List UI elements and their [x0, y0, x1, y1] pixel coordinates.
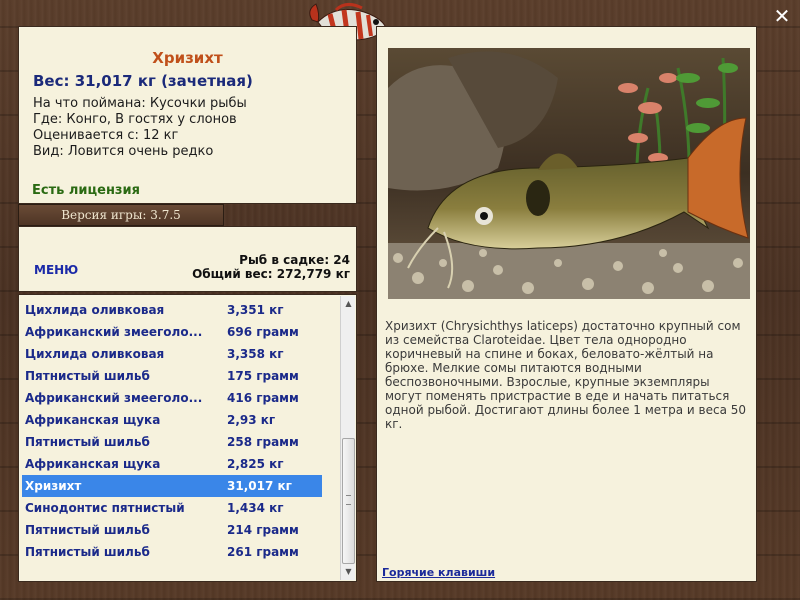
- catch-item-weight: 3,358 кг: [227, 347, 284, 361]
- catch-list-item[interactable]: Пятнистый шильб 175 грамм: [22, 365, 322, 387]
- license-status: Есть лицензия: [32, 183, 140, 198]
- catch-list-item[interactable]: Цихлида оливковая 3,351 кг: [22, 299, 322, 321]
- catch-item-name: Цихлида оливковая: [25, 303, 165, 317]
- fish-detail-panel: Хризихт (Chrysichthys laticeps) достаточ…: [376, 26, 757, 582]
- catch-item-weight: 261 грамм: [227, 545, 299, 559]
- catch-list-item[interactable]: Африканский змееголо... 416 грамм: [22, 387, 322, 409]
- fish-info-panel: Хризихт Вес: 31,017 кг (зачетная) На что…: [18, 26, 357, 204]
- catch-list-item[interactable]: Синодонтис пятнистый 1,434 кг: [22, 497, 322, 519]
- catch-item-name: Пятнистый шильб: [25, 545, 150, 559]
- fish-photo-image: [388, 48, 750, 299]
- fish-weight: Вес: 31,017 кг (зачетная): [33, 72, 253, 90]
- catch-item-weight: 3,351 кг: [227, 303, 284, 317]
- catch-item-weight: 2,825 кг: [227, 457, 284, 471]
- catch-item-name: Пятнистый шильб: [25, 369, 150, 383]
- version-label: Версия игры: 3.7.5: [18, 204, 224, 226]
- catch-list-item[interactable]: Африканская щука 2,825 кг: [22, 453, 322, 475]
- catch-list-item[interactable]: Хризихт 31,017 кг: [22, 475, 322, 497]
- catch-list: Цихлида оливковая 3,351 кг Африканский зме…: [18, 294, 357, 582]
- close-button[interactable]: ✕: [772, 6, 792, 26]
- catch-item-name: Африканская щука: [25, 413, 161, 427]
- fish-title: Хризихт: [152, 49, 223, 67]
- catch-item-name: Африканская щука: [25, 457, 161, 471]
- scrollbar-thumb[interactable]: [342, 438, 355, 564]
- catch-list-item[interactable]: Африканский змееголо... 696 грамм: [22, 321, 322, 343]
- catch-item-weight: 175 грамм: [227, 369, 299, 383]
- catch-item-weight: 1,434 кг: [227, 501, 284, 515]
- scroll-down-icon[interactable]: ▼: [342, 565, 355, 579]
- catch-item-name: Пятнистый шильб: [25, 435, 150, 449]
- stats-panel: МЕНЮ Рыб в садке: 24 Общий вес: 272,779 …: [18, 226, 357, 292]
- list-scrollbar[interactable]: ▲ ▼: [340, 296, 355, 580]
- rarity-text: Вид: Ловится очень редко: [33, 144, 214, 159]
- catch-item-weight: 416 грамм: [227, 391, 299, 405]
- fish-photo: [388, 48, 750, 299]
- menu-button[interactable]: МЕНЮ: [34, 263, 78, 277]
- catch-list-item[interactable]: Африканская щука 2,93 кг: [22, 409, 322, 431]
- catch-item-name: Синодонтис пятнистый: [25, 501, 185, 515]
- hotkeys-link[interactable]: Горячие клавиши: [382, 566, 495, 579]
- catch-item-name: Цихлида оливковая: [25, 347, 165, 361]
- catch-item-weight: 214 грамм: [227, 523, 299, 537]
- location-text: Где: Конго, В гостях у слонов: [33, 112, 237, 127]
- catch-item-name: Африканский змееголо...: [25, 325, 203, 339]
- catch-list-item[interactable]: Цихлида оливковая 3,358 кг: [22, 343, 322, 365]
- total-weight: Общий вес: 272,779 кг: [192, 267, 350, 281]
- scroll-up-icon[interactable]: ▲: [342, 297, 355, 311]
- catch-item-weight: 31,017 кг: [227, 479, 292, 493]
- catch-item-name: Африканский змееголо...: [25, 391, 203, 405]
- catch-item-weight: 696 грамм: [227, 325, 299, 339]
- catch-list-item[interactable]: Пятнистый шильб 261 грамм: [22, 541, 322, 563]
- valued-from-text: Оценивается с: 12 кг: [33, 128, 179, 143]
- catch-list-item[interactable]: Пятнистый шильб 214 грамм: [22, 519, 322, 541]
- catch-item-weight: 258 грамм: [227, 435, 299, 449]
- catch-list-item[interactable]: Пятнистый шильб 258 грамм: [22, 431, 322, 453]
- bait-text: На что поймана: Кусочки рыбы: [33, 96, 247, 111]
- fish-description: Хризихт (Chrysichthys laticeps) достаточ…: [385, 319, 747, 431]
- catch-item-weight: 2,93 кг: [227, 413, 276, 427]
- catch-item-name: Пятнистый шильб: [25, 523, 150, 537]
- catch-item-name: Хризихт: [25, 479, 82, 493]
- fish-count: Рыб в садке: 24: [239, 253, 350, 267]
